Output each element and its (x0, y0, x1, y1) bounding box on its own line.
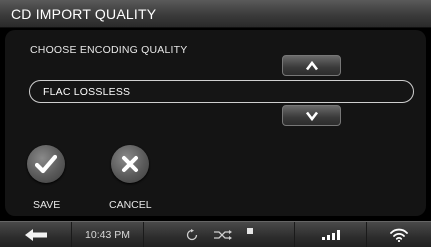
signal-strength-icon (321, 230, 340, 240)
title-bar: CD IMPORT QUALITY (0, 0, 431, 28)
page-title: CD IMPORT QUALITY (11, 6, 157, 22)
back-button[interactable] (0, 222, 72, 247)
chevron-up-icon (305, 60, 318, 70)
back-arrow-icon (24, 229, 47, 241)
screen: CD IMPORT QUALITY CHOOSE ENCODING QUALIT… (0, 0, 431, 247)
chevron-down-icon (305, 111, 318, 121)
repeat-icon[interactable] (185, 229, 199, 241)
checkmark-icon (35, 154, 57, 174)
bottom-status-bar: 10:43 PM (0, 221, 431, 247)
save-button-label: SAVE (33, 199, 61, 211)
wifi-indicator (367, 222, 431, 247)
signal-indicator (295, 222, 367, 247)
clock-time: 10:43 PM (85, 229, 130, 241)
quality-up-button[interactable] (282, 55, 341, 76)
encoding-quality-field[interactable]: FLAC LOSSLESS (29, 80, 414, 103)
shuffle-icon[interactable] (213, 229, 233, 241)
save-button[interactable] (27, 145, 65, 183)
close-icon (122, 156, 138, 172)
encoding-prompt-label: CHOOSE ENCODING QUALITY (30, 44, 188, 56)
cancel-button-label: CANCEL (109, 199, 152, 211)
dialog-panel (5, 30, 426, 216)
playback-controls (144, 222, 295, 247)
encoding-quality-value: FLAC LOSSLESS (43, 86, 131, 98)
wifi-icon (390, 228, 408, 242)
quality-down-button[interactable] (282, 105, 341, 126)
stop-icon[interactable] (247, 228, 253, 234)
clock: 10:43 PM (72, 222, 144, 247)
cancel-button[interactable] (111, 145, 149, 183)
